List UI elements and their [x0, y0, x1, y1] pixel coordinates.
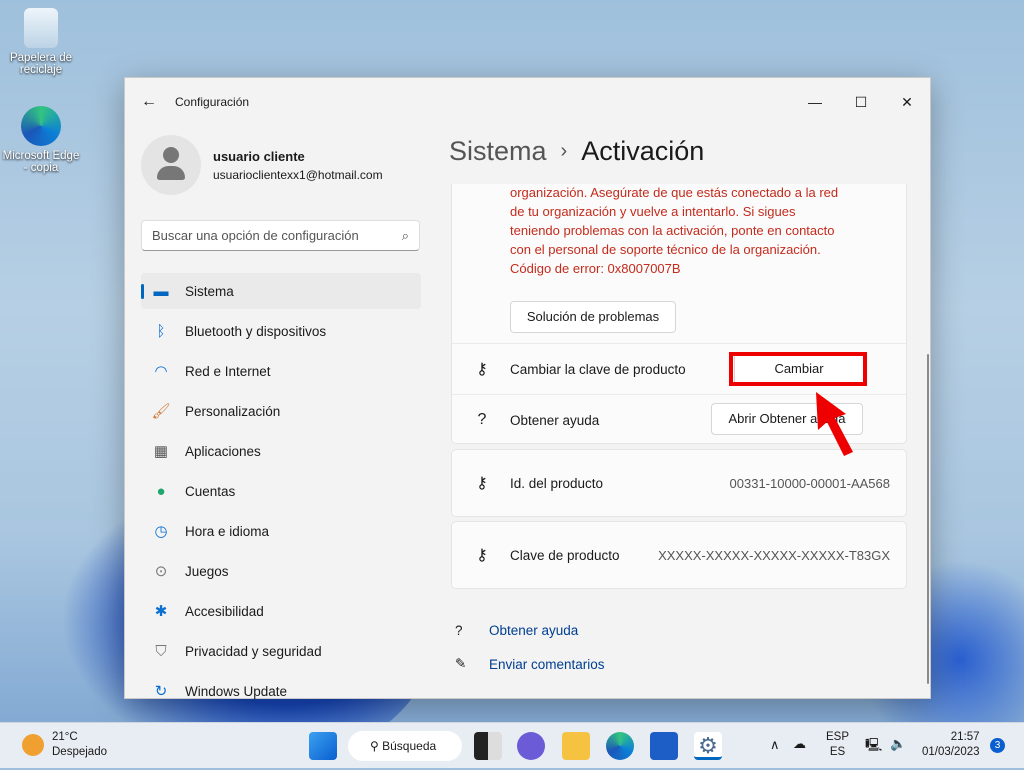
- user-profile[interactable]: usuario cliente usuarioclientexx1@hotmai…: [141, 135, 383, 195]
- close-button[interactable]: ✕: [884, 94, 930, 111]
- get-help-link[interactable]: ? Obtener ayuda: [455, 623, 578, 638]
- search-placeholder: Buscar una opción de configuración: [152, 228, 359, 243]
- help-chat-icon: ?: [477, 411, 487, 428]
- sidebar-item-privacidad[interactable]: ⛉ Privacidad y seguridad: [141, 633, 421, 669]
- recycle-bin-icon: [24, 8, 58, 48]
- weather-icon: [22, 734, 44, 756]
- edge-icon: [21, 106, 61, 146]
- back-arrow-icon[interactable]: ←: [141, 93, 161, 111]
- page-title: Activación: [581, 136, 705, 166]
- chevron-right-icon: ›: [560, 140, 568, 162]
- edge-icon[interactable]: [606, 732, 634, 760]
- sidebar-item-accesibilidad[interactable]: ✱ Accesibilidad: [141, 593, 421, 629]
- troubleshoot-button[interactable]: Solución de problemas: [510, 301, 676, 333]
- tray-chevron-icon[interactable]: ∧: [770, 737, 780, 753]
- sidebar-item-red[interactable]: ◠ Red e Internet: [141, 353, 421, 389]
- sidebar-item-cuentas[interactable]: ● Cuentas: [141, 473, 421, 509]
- bluetooth-icon: ᛒ: [156, 322, 166, 340]
- highlight-box: [729, 352, 867, 386]
- file-explorer-icon[interactable]: [562, 732, 590, 760]
- product-key-value: XXXXX-XXXXX-XXXXX-XXXXX-T83GX: [658, 547, 890, 563]
- gamepad-icon: ⊙: [154, 563, 168, 580]
- product-key-card: ⚷ Clave de producto XXXXX-XXXXX-XXXXX-XXXX…: [451, 521, 907, 589]
- breadcrumb-parent[interactable]: Sistema: [449, 136, 547, 166]
- store-icon[interactable]: [650, 732, 678, 760]
- settings-window: ← Configuración — ☐ ✕ usuario cliente us…: [124, 77, 931, 700]
- search-input[interactable]: Buscar una opción de configuración ⌕: [141, 220, 420, 251]
- sidebar-item-hora[interactable]: ◷ Hora e idioma: [141, 513, 421, 549]
- maximize-button[interactable]: ☐: [838, 94, 884, 111]
- apps-icon: ▦: [153, 443, 169, 460]
- language-indicator[interactable]: ESP ES: [826, 731, 849, 758]
- onedrive-cloud-icon[interactable]: ☁: [793, 736, 806, 752]
- volume-icon[interactable]: 🔈: [890, 736, 906, 752]
- product-id-card: ⚷ Id. del producto 00331-10000-00001-AA568: [451, 449, 907, 517]
- minimize-button[interactable]: —: [792, 94, 838, 111]
- sidebar-item-aplicaciones[interactable]: ▦ Aplicaciones: [141, 433, 421, 469]
- network-icon[interactable]: 🖳: [865, 736, 882, 758]
- weather-widget[interactable]: 21°C Despejado: [52, 731, 107, 758]
- task-view-icon[interactable]: [474, 732, 502, 760]
- desktop-icon-edge[interactable]: Microsoft Edge - copia: [1, 106, 81, 174]
- key-icon: ⚷: [476, 547, 488, 564]
- avatar: [141, 135, 201, 195]
- activation-error: organización. Asegúrate de que estás con…: [510, 185, 839, 276]
- red-arrow-annotation: [816, 392, 853, 456]
- start-button[interactable]: [309, 732, 337, 760]
- sidebar-item-sistema[interactable]: ▬ Sistema: [141, 273, 421, 309]
- scrollbar[interactable]: [927, 354, 929, 684]
- clock[interactable]: 21:57 01/03/2023: [922, 731, 980, 758]
- notification-badge[interactable]: 3: [990, 738, 1005, 753]
- desktop-icon-recycle-bin[interactable]: Papelera de reciclaje: [1, 8, 81, 76]
- teams-chat-icon[interactable]: [517, 732, 545, 760]
- clock-icon: ◷: [154, 523, 168, 540]
- sidebar-nav: ▬ Sistema ᛒ Bluetooth y dispositivos ◠ Red …: [141, 273, 421, 700]
- key-icon: ⚷: [476, 361, 488, 378]
- help-icon: ?: [455, 623, 463, 638]
- update-icon: ↻: [154, 683, 168, 700]
- feedback-icon: ✎: [455, 656, 467, 671]
- window-title: Configuración: [175, 95, 250, 109]
- sidebar-item-bluetooth[interactable]: ᛒ Bluetooth y dispositivos: [141, 313, 421, 349]
- settings-gear-icon[interactable]: ⚙: [694, 732, 722, 760]
- taskbar-search[interactable]: ⚲ Búsqueda: [348, 731, 462, 761]
- product-id-value: 00331-10000-00001-AA568: [729, 475, 890, 491]
- breadcrumb: Sistema › Activación: [449, 136, 704, 167]
- sidebar-item-personalizacion[interactable]: 🖌 Personalización: [141, 393, 421, 429]
- person-icon: ●: [156, 482, 166, 500]
- brush-icon: 🖌: [151, 403, 171, 420]
- wifi-icon: ◠: [154, 363, 168, 380]
- taskbar: 21°C Despejado ⚲ Búsqueda ⚙ ∧ ☁ ESP ES 🖳 🔈…: [0, 722, 1024, 768]
- accessibility-icon: ✱: [154, 603, 168, 620]
- search-icon: ⌕: [401, 228, 409, 243]
- feedback-link[interactable]: ✎ Enviar comentarios: [455, 656, 605, 672]
- monitor-icon: ▬: [153, 282, 169, 300]
- sidebar-item-windows-update[interactable]: ↻ Windows Update: [141, 673, 421, 700]
- shield-icon: ⛉: [155, 642, 167, 660]
- user-email: usuarioclientexx1@hotmail.com: [213, 167, 383, 182]
- user-name: usuario cliente: [213, 148, 305, 164]
- sidebar-item-juegos[interactable]: ⊙ Juegos: [141, 553, 421, 589]
- search-icon: ⚲: [370, 739, 383, 753]
- key-icon: ⚷: [476, 475, 488, 492]
